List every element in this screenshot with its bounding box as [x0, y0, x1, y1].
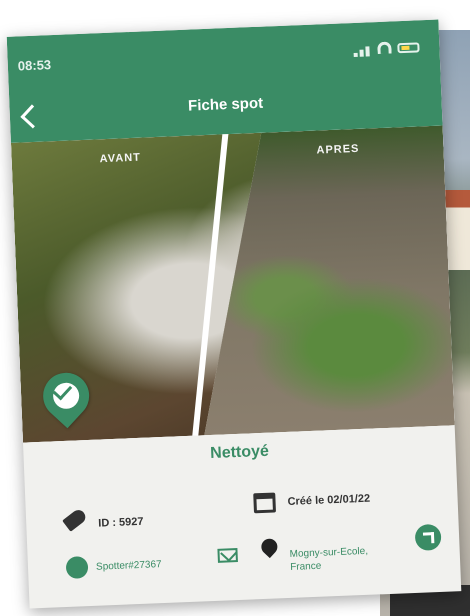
spot-location[interactable]: Mogny-sur-Ecole, France: [289, 545, 370, 574]
before-label: AVANT: [99, 151, 142, 166]
spot-status: Nettoyé: [209, 442, 270, 463]
status-icons: [349, 40, 420, 57]
spot-id: ID : 5927: [98, 515, 144, 530]
status-time: 08:53: [17, 57, 52, 74]
navigate-icon[interactable]: [414, 523, 442, 551]
user-avatar-icon[interactable]: [65, 556, 89, 579]
page-title: Fiche spot: [187, 94, 264, 115]
battery-icon: [397, 42, 420, 54]
signal-icon: [353, 52, 358, 57]
mail-icon[interactable]: [217, 548, 238, 563]
wifi-icon: [377, 41, 392, 55]
phone-screen: 08:53 Fiche spot AVANT APRES Nettoyé ID …: [6, 19, 462, 609]
tag-icon: [62, 507, 89, 532]
spotter-name[interactable]: Spotter#27367: [96, 559, 162, 573]
app-header: 08:53 Fiche spot: [6, 19, 443, 143]
location-pin-icon: [258, 535, 281, 559]
after-label: APRES: [316, 142, 360, 157]
signal-icon: [359, 49, 364, 57]
calendar-icon: [253, 492, 276, 514]
created-date: Créé le 02/01/22: [287, 492, 371, 508]
signal-icon: [365, 46, 370, 57]
